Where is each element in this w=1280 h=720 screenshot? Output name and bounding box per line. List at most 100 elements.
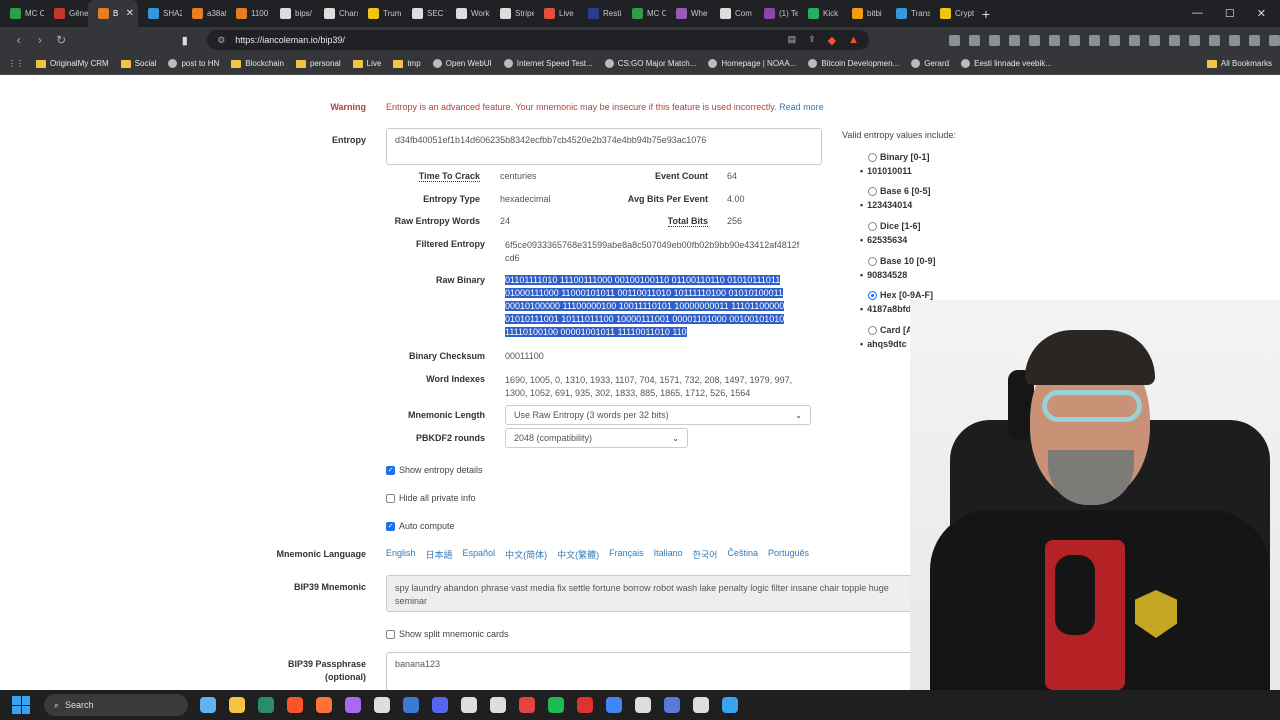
taskbar-app-icon[interactable] — [664, 697, 680, 713]
extension-icon[interactable] — [1049, 34, 1060, 46]
passphrase-input[interactable]: banana123 — [386, 652, 946, 690]
taskbar-app-icon[interactable] — [316, 697, 332, 713]
browser-tab[interactable]: Com — [710, 0, 754, 27]
all-bookmarks[interactable]: All Bookmarks — [1206, 59, 1280, 68]
browser-tab[interactable]: (1) Te — [754, 0, 798, 27]
read-more-link[interactable]: Read more — [779, 102, 824, 112]
radio-icon[interactable] — [868, 186, 877, 196]
taskbar-app-icon[interactable] — [519, 697, 535, 713]
apps-grid-icon[interactable]: ⋮⋮ — [8, 59, 24, 68]
radio-selected-icon[interactable] — [868, 290, 877, 300]
checkbox-checked-icon[interactable]: ✓ — [386, 521, 395, 531]
extension-icon[interactable] — [1089, 34, 1100, 46]
extension-icon[interactable] — [1129, 34, 1140, 46]
brave-rewards-icon[interactable]: ▲ — [848, 34, 859, 47]
bookmark-item[interactable]: Bitcoin Developmen... — [808, 59, 899, 68]
entropy-option-base10[interactable]: Base 10 [0-9] — [868, 256, 936, 266]
taskbar-app-icon[interactable] — [693, 697, 709, 713]
taskbar-app-icon[interactable] — [200, 697, 216, 713]
site-settings-icon[interactable]: ⚙ — [217, 35, 225, 46]
taskbar-app-icon[interactable] — [606, 697, 622, 713]
taskbar-app-icon[interactable] — [374, 697, 390, 713]
taskbar-app-icon[interactable] — [403, 697, 419, 713]
split-cards-checkbox[interactable]: Show split mnemonic cards — [386, 629, 509, 639]
radio-icon[interactable] — [868, 325, 877, 335]
bookmark-item[interactable]: Eesti linnade veebik... — [961, 59, 1052, 68]
extension-icon[interactable] — [1229, 34, 1240, 46]
browser-tab[interactable]: bips/ — [270, 0, 314, 27]
taskbar-app-icon[interactable] — [577, 697, 593, 713]
entropy-option-base6[interactable]: Base 6 [0-5] — [868, 186, 931, 196]
browser-tab[interactable]: SHA2 — [138, 0, 182, 27]
extension-icon[interactable] — [1029, 34, 1040, 46]
bookmark-icon[interactable]: ▮ — [182, 34, 199, 47]
extension-icon[interactable] — [949, 34, 960, 46]
extension-icon[interactable] — [989, 34, 1000, 46]
pbkdf2-select[interactable]: 2048 (compatibility) ⌄ — [505, 428, 688, 448]
extension-icon[interactable] — [1109, 34, 1120, 46]
bookmark-item[interactable]: Open WebUI — [432, 59, 492, 68]
taskbar-app-icon[interactable] — [461, 697, 477, 713]
extension-icon[interactable] — [1209, 34, 1220, 46]
bip39-mnemonic-output[interactable]: spy laundry abandon phrase vast media fi… — [386, 575, 946, 612]
share-icon[interactable]: ⇪ — [808, 34, 816, 47]
taskbar-app-icon[interactable] — [548, 697, 564, 713]
radio-icon[interactable] — [868, 256, 877, 266]
browser-tab[interactable]: Kick — [798, 0, 842, 27]
language-link[interactable]: Italiano — [654, 548, 683, 561]
bookmark-item[interactable]: CS:GO Major Match... — [604, 59, 696, 68]
radio-icon[interactable] — [868, 221, 877, 231]
taskbar-app-icon[interactable] — [722, 697, 738, 713]
bookmark-item[interactable]: Gerard — [911, 59, 949, 68]
taskbar-app-icon[interactable] — [432, 697, 448, 713]
browser-tab[interactable]: Gêne — [44, 0, 88, 27]
browser-tab[interactable]: Trum — [358, 0, 402, 27]
maximize-icon[interactable]: ☐ — [1225, 7, 1235, 20]
mnemonic-length-select[interactable]: Use Raw Entropy (3 words per 32 bits) ⌄ — [505, 405, 811, 425]
browser-tab[interactable]: Work — [446, 0, 490, 27]
browser-tab[interactable]: Live — [534, 0, 578, 27]
extension-icon[interactable] — [1269, 34, 1280, 46]
language-link[interactable]: English — [386, 548, 416, 561]
taskbar-app-icon[interactable] — [229, 697, 245, 713]
address-bar[interactable]: ⚙ https://iancoleman.io/bip39/ ▤ ⇪ ◆ ▲ — [207, 30, 869, 50]
hide-private-checkbox[interactable]: Hide all private info — [386, 493, 476, 503]
language-link[interactable]: 中文(简体) — [505, 548, 547, 561]
bookmark-item[interactable]: OriginalMy CRM — [36, 59, 109, 68]
close-window-icon[interactable]: ✕ — [1257, 7, 1266, 20]
browser-tab[interactable]: MC C — [622, 0, 666, 27]
browser-tab[interactable]: Whe — [666, 0, 710, 27]
bookmark-item[interactable]: personal — [295, 59, 341, 68]
checkbox-icon[interactable] — [386, 493, 395, 503]
browser-tab[interactable]: a38af — [182, 0, 226, 27]
brave-shields-icon[interactable]: ◆ — [828, 34, 836, 47]
bookmark-item[interactable]: Internet Speed Test... — [503, 59, 593, 68]
entropy-option-binary[interactable]: Binary [0-1] — [868, 152, 930, 162]
show-entropy-checkbox[interactable]: ✓ Show entropy details — [386, 465, 483, 475]
browser-tab[interactable]: MC C — [0, 0, 44, 27]
taskbar-app-icon[interactable] — [287, 697, 303, 713]
browser-tab[interactable]: Crypt — [930, 0, 974, 27]
browser-tab[interactable]: B ✕ — [88, 0, 138, 27]
browser-tab[interactable]: Resti — [578, 0, 622, 27]
taskbar-app-icon[interactable] — [635, 697, 651, 713]
language-link[interactable]: Čeština — [727, 548, 758, 561]
entropy-option-dice[interactable]: Dice [1-6] — [868, 221, 921, 231]
entropy-input[interactable]: d34fb40051ef1b14d606235b8342ecfbb7cb4520… — [386, 128, 822, 165]
bookmark-item[interactable]: tmp — [393, 59, 421, 68]
taskbar-app-icon[interactable] — [258, 697, 274, 713]
browser-tab[interactable]: Trans — [886, 0, 930, 27]
bookmark-item[interactable]: post to HN — [168, 59, 219, 68]
minimize-icon[interactable]: — — [1192, 7, 1203, 20]
language-link[interactable]: 中文(繁體) — [557, 548, 599, 561]
browser-tab[interactable]: Stripe — [490, 0, 534, 27]
language-link[interactable]: Français — [609, 548, 644, 561]
taskbar-app-icon[interactable] — [345, 697, 361, 713]
language-link[interactable]: Português — [768, 548, 809, 561]
back-icon[interactable]: ‹ — [8, 33, 29, 47]
extension-icon[interactable] — [1149, 34, 1160, 46]
bookmark-item[interactable]: Homepage | NOAA... — [708, 59, 796, 68]
browser-tab[interactable]: bitbi — [842, 0, 886, 27]
taskbar-search[interactable]: ⌕ Search — [44, 694, 188, 716]
entropy-option-hex[interactable]: Hex [0-9A-F] — [868, 290, 933, 300]
